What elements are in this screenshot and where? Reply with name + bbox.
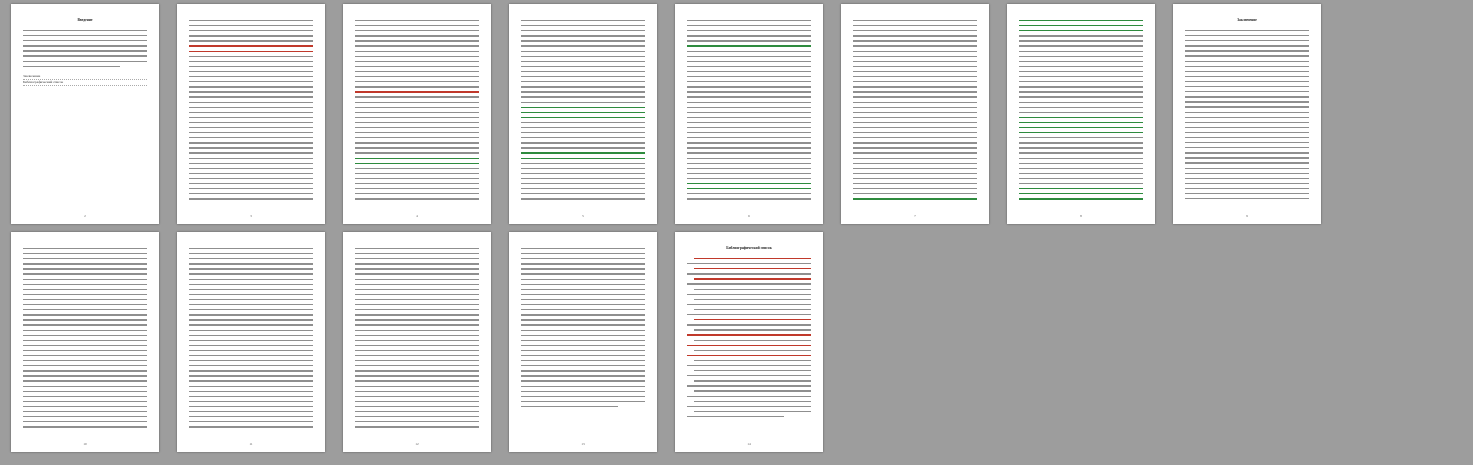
document-page[interactable]: 11 bbox=[177, 232, 325, 452]
document-page[interactable]: 4 bbox=[343, 4, 491, 224]
document-page[interactable]: 5 bbox=[509, 4, 657, 224]
document-page[interactable]: Библиографический список 14 bbox=[675, 232, 823, 452]
page-body-text bbox=[23, 30, 147, 71]
document-page[interactable]: 8 bbox=[1007, 4, 1155, 224]
page-number: 11 bbox=[249, 442, 253, 446]
document-page[interactable]: 6 bbox=[675, 4, 823, 224]
page-heading: Библиографический список bbox=[726, 246, 772, 250]
page-body-text bbox=[355, 248, 479, 431]
page-number: 13 bbox=[581, 442, 585, 446]
page-number: 8 bbox=[1080, 214, 1082, 218]
document-page[interactable]: 12 bbox=[343, 232, 491, 452]
page-number: 10 bbox=[83, 442, 87, 446]
page-body-text bbox=[1019, 20, 1143, 203]
page-heading: Введение bbox=[77, 18, 93, 22]
page-heading: Заключение bbox=[1237, 18, 1257, 22]
toc-entry[interactable]: Библиографический список bbox=[23, 80, 147, 86]
document-page[interactable]: 13 bbox=[509, 232, 657, 452]
document-page[interactable]: 7 bbox=[841, 4, 989, 224]
page-number: 4 bbox=[416, 214, 418, 218]
document-page[interactable]: 10 bbox=[11, 232, 159, 452]
page-body-text bbox=[355, 20, 479, 203]
page-body-text bbox=[521, 248, 645, 411]
page-body-text bbox=[23, 248, 147, 431]
document-page[interactable]: Введение Заключение Библиографический спис… bbox=[11, 4, 159, 224]
page-number: 9 bbox=[1246, 214, 1248, 218]
document-page[interactable]: 3 bbox=[177, 4, 325, 224]
page-body-text bbox=[687, 258, 811, 421]
page-body-text bbox=[687, 20, 811, 203]
page-number: 6 bbox=[748, 214, 750, 218]
page-number: 12 bbox=[415, 442, 419, 446]
page-body-text bbox=[521, 20, 645, 203]
page-body-text bbox=[1185, 30, 1309, 203]
page-body-text bbox=[189, 248, 313, 431]
document-page[interactable]: Заключение 9 bbox=[1173, 4, 1321, 224]
page-number: 7 bbox=[914, 214, 916, 218]
page-number: 14 bbox=[747, 442, 751, 446]
page-body-text bbox=[853, 20, 977, 203]
page-number: 2 bbox=[84, 214, 86, 218]
page-number: 3 bbox=[250, 214, 252, 218]
page-body-text bbox=[189, 20, 313, 203]
page-number: 5 bbox=[582, 214, 584, 218]
